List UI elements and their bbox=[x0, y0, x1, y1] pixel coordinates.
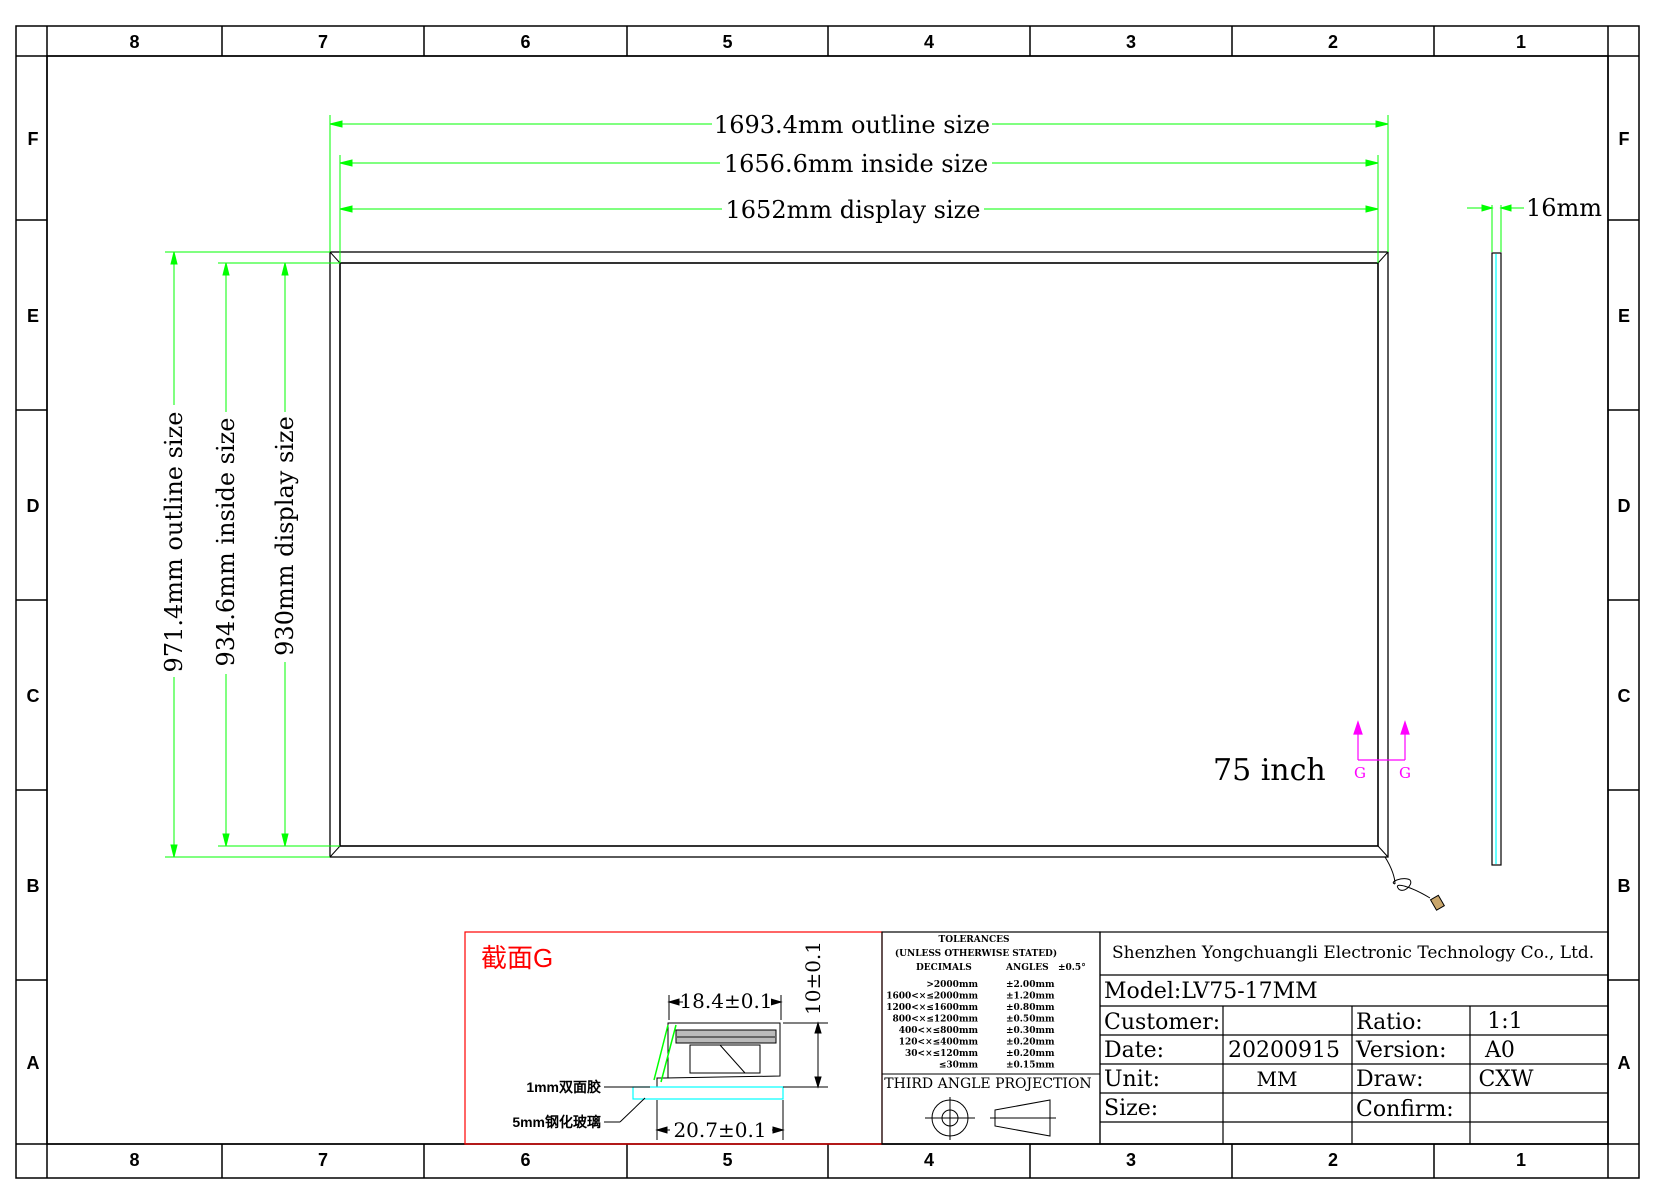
column-label-bottom-5: 5 bbox=[722, 1150, 732, 1170]
column-label-bottom-7: 7 bbox=[318, 1150, 328, 1170]
inside-width-label: 1656.6mm inside size bbox=[724, 150, 988, 178]
column-label-top-8: 8 bbox=[129, 32, 139, 52]
row-label-right-E: E bbox=[1618, 306, 1630, 326]
row-label-right-F: F bbox=[1619, 129, 1630, 149]
size-label: Size: bbox=[1104, 1096, 1158, 1121]
tolerance-range: 1200<×≤1600mm bbox=[886, 1003, 978, 1013]
ratio-label: Ratio: bbox=[1356, 1010, 1423, 1035]
section-marker-left: G bbox=[1354, 764, 1366, 782]
outline-height-label: 971.4mm outline size bbox=[160, 412, 188, 673]
section-width-bottom: 20.7±0.1 bbox=[673, 1118, 766, 1142]
row-label-right-B: B bbox=[1618, 876, 1631, 896]
tolerance-value: ±0.15mm bbox=[1006, 1061, 1055, 1071]
column-label-bottom-3: 3 bbox=[1126, 1150, 1136, 1170]
version-value: A0 bbox=[1484, 1038, 1515, 1063]
draw-label: Draw: bbox=[1356, 1067, 1424, 1092]
row-label-left-D: D bbox=[27, 496, 40, 516]
row-ticks bbox=[16, 219, 1639, 981]
projection-symbol bbox=[925, 1097, 1056, 1140]
tolerance-value: ±0.20mm bbox=[1006, 1038, 1055, 1048]
column-label-top-3: 3 bbox=[1126, 32, 1136, 52]
row-label-left-A: A bbox=[27, 1053, 40, 1073]
row-label-left-E: E bbox=[27, 306, 39, 326]
vertical-dimension-lines bbox=[165, 251, 340, 858]
tolerance-range: 800<×≤1200mm bbox=[892, 1015, 978, 1025]
section-height: 10±0.1 bbox=[801, 941, 825, 1015]
draw-value: CXW bbox=[1478, 1067, 1533, 1092]
tempered-glass bbox=[632, 1086, 784, 1100]
tolerance-range: 120<×≤400mm bbox=[899, 1038, 979, 1048]
ratio-value: 1:1 bbox=[1487, 1009, 1522, 1034]
tolerance-range: ≤30mm bbox=[939, 1061, 979, 1071]
row-label-right-D: D bbox=[1618, 496, 1631, 516]
tolerance-range: 1600<×≤2000mm bbox=[886, 992, 978, 1002]
tolerance-range: 30<×≤120mm bbox=[905, 1049, 978, 1059]
tolerance-value: ±1.20mm bbox=[1006, 992, 1055, 1002]
tolerance-value: ±0.50mm bbox=[1006, 1015, 1055, 1025]
thickness-label: 16mm bbox=[1526, 194, 1602, 222]
company-name: Shenzhen Yongchuangli Electronic Technol… bbox=[1112, 943, 1594, 963]
date-label: Date: bbox=[1104, 1038, 1164, 1063]
section-g-title: 截面G bbox=[481, 943, 553, 973]
angle-tolerance: ±0.5° bbox=[1058, 963, 1086, 973]
unit-label: Unit: bbox=[1104, 1067, 1160, 1092]
tolerance-range: >2000mm bbox=[926, 980, 978, 990]
tolerance-value: ±0.80mm bbox=[1006, 1003, 1055, 1013]
column-label-top-1: 1 bbox=[1516, 32, 1526, 52]
version-label: Version: bbox=[1355, 1038, 1447, 1063]
customer-label: Customer: bbox=[1104, 1010, 1220, 1035]
tolerance-value: ±0.20mm bbox=[1006, 1049, 1055, 1059]
column-label-top-4: 4 bbox=[924, 32, 934, 52]
panel-size-label: 75 inch bbox=[1213, 753, 1326, 788]
column-label-top-7: 7 bbox=[318, 32, 328, 52]
title-block bbox=[1099, 931, 1609, 1145]
column-label-top-2: 2 bbox=[1328, 32, 1338, 52]
row-label-right-C: C bbox=[1618, 686, 1631, 706]
tolerance-value: ±0.30mm bbox=[1006, 1026, 1055, 1036]
outline-width-label: 1693.4mm outline size bbox=[714, 111, 990, 139]
tolerance-rows: >2000mm ±2.00mm 1600<×≤2000mm ±1.20mm 1200<×… bbox=[886, 980, 1055, 1071]
confirm-label: Confirm: bbox=[1356, 1097, 1454, 1122]
column-label-bottom-2: 2 bbox=[1328, 1150, 1338, 1170]
glass-label: 5mm钢化玻璃 bbox=[512, 1114, 601, 1130]
usb-cable bbox=[1384, 856, 1446, 911]
row-label-left-B: B bbox=[27, 876, 40, 896]
tolerance-title: TOLERANCES bbox=[939, 935, 1010, 945]
decimals-header: DECIMALS bbox=[916, 963, 972, 973]
unit-value: MM bbox=[1257, 1067, 1298, 1091]
side-view bbox=[1491, 252, 1502, 866]
tape-label: 1mm双面胶 bbox=[526, 1079, 601, 1095]
row-label-left-C: C bbox=[27, 686, 40, 706]
column-label-bottom-6: 6 bbox=[520, 1150, 530, 1170]
tolerance-subtitle: (UNLESS OTHERWISE STATED) bbox=[895, 948, 1057, 959]
column-label-bottom-4: 4 bbox=[924, 1150, 934, 1170]
technical-drawing: 8 8 7 7 6 6 5 5 4 4 3 3 2 2 1 1 F F E E D D C C B B A A 16mm bbox=[15, 25, 1640, 1179]
projection-label: THIRD ANGLE PROJECTION bbox=[884, 1076, 1091, 1092]
inside-height-label: 934.6mm inside size bbox=[212, 417, 240, 666]
column-label-bottom-8: 8 bbox=[129, 1150, 139, 1170]
display-height-label: 930mm display size bbox=[271, 416, 299, 656]
section-width-top: 18.4±0.1 bbox=[679, 989, 772, 1013]
display-width-label: 1652mm display size bbox=[726, 196, 981, 224]
column-label-bottom-1: 1 bbox=[1516, 1150, 1526, 1170]
angles-header: ANGLES bbox=[1005, 963, 1049, 973]
row-label-left-F: F bbox=[28, 129, 39, 149]
section-cut-marker bbox=[1353, 720, 1410, 761]
thickness-dimension bbox=[1467, 204, 1524, 252]
section-profile bbox=[653, 1022, 781, 1087]
column-label-top-6: 6 bbox=[520, 32, 530, 52]
section-marker-right: G bbox=[1399, 764, 1411, 782]
row-label-right-A: A bbox=[1618, 1053, 1631, 1073]
date-value: 20200915 bbox=[1228, 1038, 1340, 1063]
column-label-top-5: 5 bbox=[722, 32, 732, 52]
tolerance-range: 400<×≤800mm bbox=[899, 1026, 979, 1036]
tolerance-value: ±2.00mm bbox=[1006, 980, 1055, 990]
model-label: Model:LV75-17MM bbox=[1104, 979, 1318, 1004]
